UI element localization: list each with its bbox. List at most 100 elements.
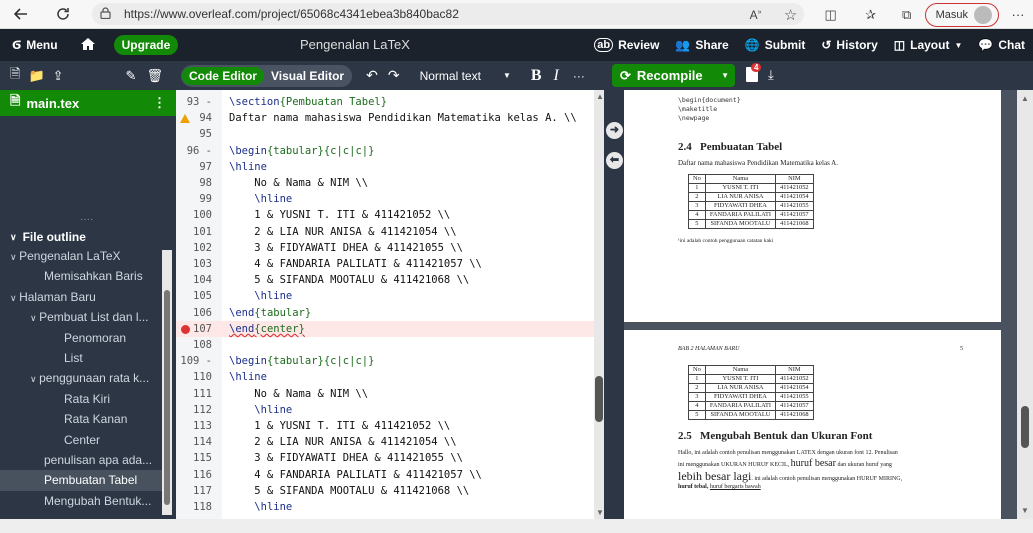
share-button[interactable]: 👥 Share — [667, 29, 736, 61]
undo-icon[interactable]: ↶ — [366, 67, 378, 84]
project-title[interactable]: Pengenalan LaTeX — [300, 29, 410, 61]
code-line[interactable]: 107 \end{center} — [176, 320, 604, 337]
code-line[interactable]: 99 \hline — [176, 191, 604, 207]
code-line[interactable]: 101 2 & LIA NUR ANISA & 411421054 \\ — [176, 224, 604, 240]
code-line[interactable]: 102 3 & FIDYAWATI DHEA & 411421055 \\ — [176, 240, 604, 256]
new-folder-icon[interactable]: 📁 — [28, 68, 44, 84]
file-menu-icon[interactable]: ⋮ — [153, 95, 166, 111]
editor-scrollbar[interactable]: ▲ ▼ — [594, 90, 604, 519]
code-line[interactable]: 93 - \section{Pembuatan Tabel} — [176, 94, 604, 110]
code-line[interactable]: 97 \hline — [176, 159, 604, 175]
code-line[interactable]: 114 2 & LIA NUR ANISA & 411421054 \\ — [176, 434, 604, 450]
bold-button[interactable]: B — [531, 67, 542, 85]
outline-item[interactable]: ∨ Halaman Baru — [0, 287, 162, 307]
outline-item[interactable]: penulisan apa ada... — [0, 450, 162, 470]
outline-item[interactable]: ∨ Pembuat List dan l... — [0, 307, 162, 327]
download-pdf-icon[interactable]: ⤓ — [768, 67, 774, 83]
pdf-scroll-thumb[interactable] — [1021, 406, 1029, 448]
pane-splitter[interactable]: ➜ ⬅ — [604, 90, 624, 519]
sync-to-code-arrow-icon[interactable]: ⬅ — [606, 152, 623, 169]
code-line[interactable]: 110 \hline — [176, 369, 604, 385]
address-bar[interactable]: https://www.overleaf.com/project/65068c4… — [92, 3, 804, 25]
home-button[interactable] — [66, 29, 110, 61]
rename-pencil-icon[interactable]: ✎ — [126, 68, 137, 84]
sync-to-pdf-arrow-icon[interactable]: ➜ — [606, 122, 623, 139]
scroll-down-icon[interactable]: ▼ — [596, 508, 604, 517]
chat-button[interactable]: 💬 Chat — [970, 29, 1033, 61]
new-file-icon[interactable]: 🗎 — [10, 65, 20, 87]
scroll-up-icon[interactable]: ▲ — [596, 92, 604, 101]
chevron-down-icon[interactable]: ∨ — [30, 313, 39, 323]
pdf-scroll-down-icon[interactable]: ▼ — [1021, 506, 1029, 515]
pdf-scroll-up-icon[interactable]: ▲ — [1021, 94, 1029, 103]
text-style-select[interactable]: Normal text — [420, 69, 481, 83]
sign-in-button[interactable]: Masuk — [924, 2, 999, 27]
panel-resize-handle[interactable]: ···· — [80, 214, 93, 225]
code-line[interactable]: 117 5 & SIFANDA MOOTALU & 411421068 \\ — [176, 483, 604, 499]
code-editor[interactable]: 93 - \section{Pembuatan Tabel} 94 Daftar n… — [176, 90, 604, 519]
code-line[interactable]: 106 \end{tabular} — [176, 305, 604, 321]
chevron-down-icon[interactable]: ∨ — [10, 252, 19, 262]
layout-button[interactable]: ◫ Layout ▼ — [886, 29, 971, 61]
outline-item[interactable]: Memisahkan Baris — [0, 266, 162, 286]
menu-button[interactable]: ϭ Menu — [0, 29, 66, 61]
refresh-icon[interactable] — [50, 1, 76, 27]
code-line[interactable]: 94 Daftar nama mahasiswa Pendidikan Mate… — [176, 110, 604, 126]
read-aloud-icon[interactable]: A» — [743, 8, 769, 22]
outline-item[interactable]: Mengubah Bentuk... — [0, 491, 162, 511]
split-screen-icon[interactable]: ◫ — [813, 7, 849, 23]
submit-button[interactable]: 🌐 Submit — [737, 29, 814, 61]
code-line[interactable]: 113 1 & YUSNI T. ITI & 411421052 \\ — [176, 418, 604, 434]
outline-item[interactable]: ∨ Pengenalan LaTeX — [0, 246, 162, 266]
code-line[interactable]: 95 — [176, 126, 604, 142]
outline-item[interactable]: ∨ penggunaan rata k... — [0, 368, 162, 388]
error-icon[interactable] — [181, 324, 190, 334]
delete-trash-icon[interactable]: 🗑 — [146, 68, 163, 84]
outline-item[interactable]: List — [0, 348, 162, 368]
code-line[interactable]: 118 \hline — [176, 499, 604, 515]
history-button[interactable]: ↺ History — [813, 29, 885, 61]
editor-scroll-thumb[interactable] — [595, 376, 603, 422]
code-line[interactable]: 105 \hline — [176, 288, 604, 304]
code-line[interactable]: 104 5 & SIFANDA MOOTALU & 411421068 \\ — [176, 272, 604, 288]
outline-item[interactable]: Center — [0, 430, 162, 450]
outline-item[interactable]: Rata Kanan — [0, 409, 162, 429]
code-line[interactable]: 100 1 & YUSNI T. ITI & 411421052 \\ — [176, 207, 604, 223]
favorite-star-icon[interactable]: ☆ — [773, 6, 809, 24]
visual-editor-tab[interactable]: Visual Editor — [264, 67, 351, 85]
file-item-main[interactable]: 🗎 main.tex ⋮ — [0, 90, 176, 116]
code-line[interactable]: 109 - \begin{tabular}{c|c|c|} — [176, 353, 604, 369]
code-line[interactable]: 116 4 & FANDARIA PALILATI & 411421057 \\ — [176, 467, 604, 483]
italic-button[interactable]: I — [554, 67, 559, 85]
outline-scrollbar[interactable] — [162, 250, 172, 515]
code-line[interactable]: 115 3 & FIDYAWATI DHEA & 411421055 \\ — [176, 450, 604, 466]
recompile-button[interactable]: ⟳ Recompile ▼ — [612, 64, 735, 87]
favorites-list-icon[interactable]: ✰ — [853, 7, 889, 23]
code-line[interactable]: 96 - \begin{tabular}{c|c|c|} — [176, 143, 604, 159]
back-icon[interactable] — [8, 1, 34, 27]
collections-icon[interactable]: ⧉ — [893, 7, 921, 23]
code-line[interactable]: 108 — [176, 337, 604, 353]
code-line[interactable]: 112 \hline — [176, 402, 604, 418]
code-line[interactable]: 111 No & Nama & NIM \\ — [176, 386, 604, 402]
upgrade-button[interactable]: Upgrade — [113, 35, 179, 55]
redo-icon[interactable]: ↷ — [388, 67, 400, 84]
file-outline-header[interactable]: ∨ File outline — [0, 228, 176, 246]
code-line[interactable]: 98 No & Nama & NIM \\ — [176, 175, 604, 191]
browser-more-icon[interactable]: ··· — [1003, 7, 1033, 22]
warning-icon[interactable] — [180, 114, 190, 124]
chevron-down-icon[interactable]: ∨ — [10, 293, 19, 303]
outline-item[interactable]: Penomoran — [0, 328, 162, 348]
outline-item[interactable]: Rata Kiri — [0, 389, 162, 409]
upload-icon[interactable]: ⇪ — [53, 68, 64, 84]
review-button[interactable]: ab Review — [586, 29, 667, 61]
chevron-down-icon[interactable]: ∨ — [30, 374, 39, 384]
pdf-preview[interactable]: \begin{document} \maketitle \newpage 2.4 P… — [624, 90, 1033, 519]
url-text[interactable]: https://www.overleaf.com/project/65068c4… — [124, 7, 459, 21]
outline-item[interactable]: Pembuatan Tabel — [0, 470, 162, 491]
text-style-caret-icon[interactable]: ▼ — [503, 71, 511, 80]
code-editor-tab[interactable]: Code Editor — [181, 66, 264, 85]
recompile-caret-icon[interactable]: ▼ — [721, 71, 729, 80]
more-tools-button[interactable]: ··· — [573, 69, 585, 83]
code-line[interactable]: 103 4 & FANDARIA PALILATI & 411421057 \\ — [176, 256, 604, 272]
